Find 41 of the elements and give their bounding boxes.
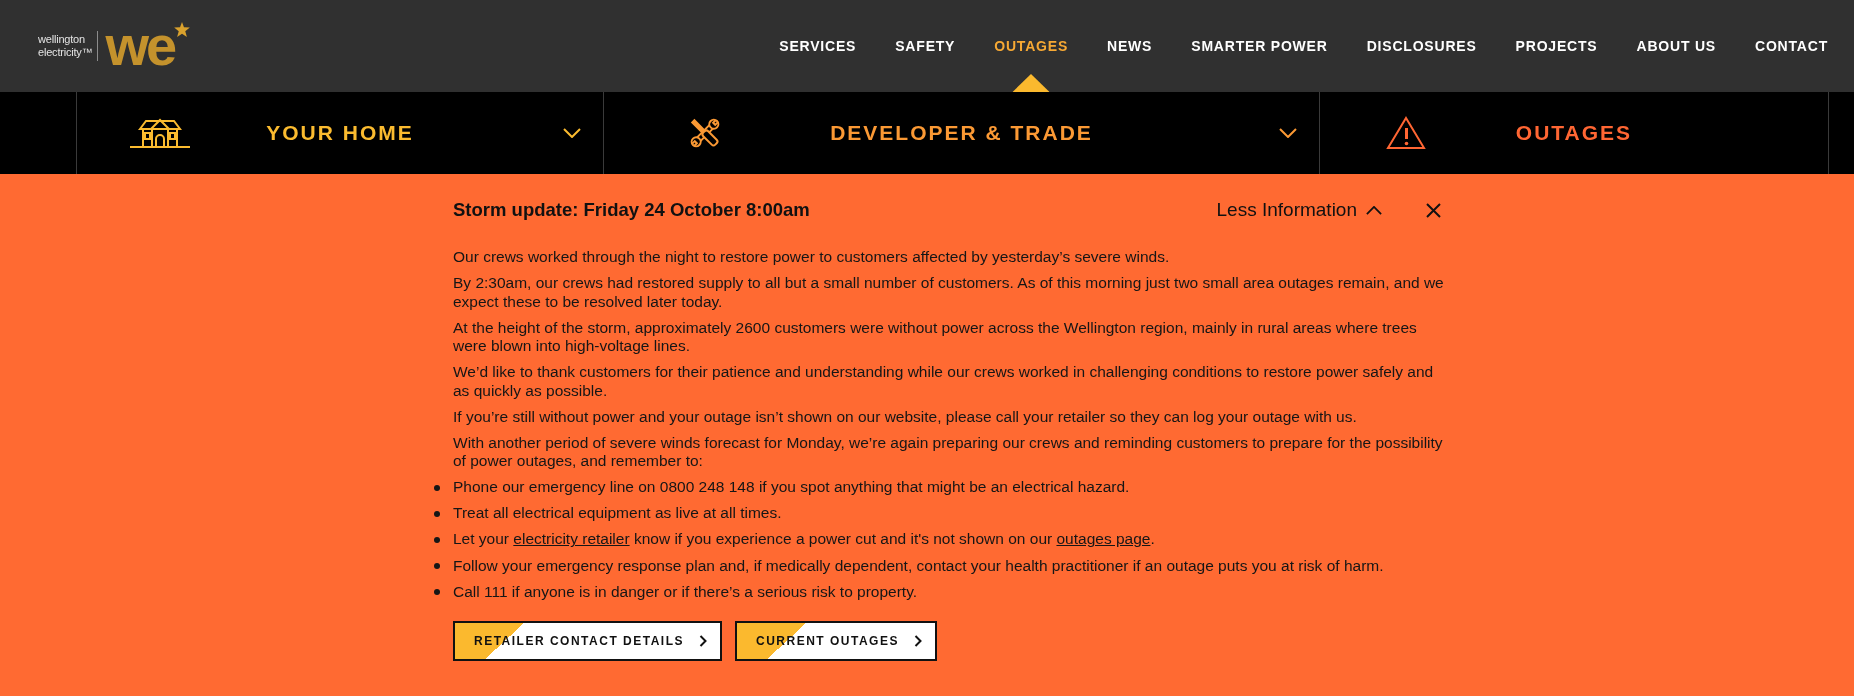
nav-link[interactable]: PROJECTS <box>1515 38 1598 54</box>
inline-link[interactable]: electricity retailer <box>513 530 630 548</box>
nav-link[interactable]: ABOUT US <box>1636 38 1716 54</box>
nav-link[interactable]: DISCLOSURES <box>1366 38 1477 54</box>
section-tab[interactable]: YOUR HOME <box>76 92 603 174</box>
close-icon <box>1426 202 1441 218</box>
chevron-right-icon <box>913 635 922 648</box>
star-icon <box>174 22 191 37</box>
paragraph-text: Our crews worked through the night to restore power to customers affected by yesterday’s severe winds. <box>453 248 1171 267</box>
nav-link[interactable]: SAFETY <box>895 38 956 54</box>
chevron-up-icon <box>1366 205 1382 215</box>
list-item-text: Let your electricity retailer know if you experience a power cut and it's not shown on our outages page. <box>453 530 1155 550</box>
list-item-text: Treat all electrical equipment as live at all times. <box>453 504 782 523</box>
bullet-icon <box>434 562 440 569</box>
paragraph-text: If you’re still without power and your outage isn’t shown on our website, please call your retailer so they can log your outage with us. <box>453 407 1358 427</box>
section-tab[interactable]: OUTAGES <box>1319 92 1829 174</box>
logo-monogram[interactable]: we <box>105 18 175 74</box>
list-item-text: Follow your emergency response plan and, if medically dependent, contact your health practitioner if an outage puts you at risk of harm. <box>453 556 1384 576</box>
nav-link[interactable]: SMARTER POWER <box>1191 38 1328 54</box>
alert-title: Storm update: Friday 24 October 8:00am <box>453 199 810 221</box>
list-item-text: Phone our emergency line on 0800 248 148 if you spot anything that might be an electrical hazard. <box>453 478 1130 497</box>
list-item-text: Call 111 if anyone is in danger or if there’s a serious risk to property. <box>453 582 918 602</box>
paragraph-text: We’d like to thank customers for their patience and understanding while our crews worked in challenging conditions to restore power safely and as quickly as possible. <box>453 363 1435 401</box>
nav-link[interactable]: OUTAGES <box>994 38 1069 54</box>
bullet-icon <box>434 536 440 543</box>
bullet-icon <box>434 588 440 595</box>
inline-link[interactable]: outages page <box>1056 530 1151 548</box>
nav-link[interactable]: CONTACT <box>1755 38 1828 54</box>
bullet-icon <box>434 510 440 517</box>
nav-link[interactable]: NEWS <box>1107 38 1153 54</box>
logo-wordmark[interactable]: wellington electricity™ <box>38 33 93 59</box>
chevron-right-icon <box>699 635 707 648</box>
close-button[interactable] <box>1426 202 1441 218</box>
paragraph-text: By 2:30am, our crews had restored supply to all but a small number of customers. As of this morning just two small area outages remain, and we expect these to be resolved later today. <box>453 274 1445 312</box>
pointer-triangle-icon <box>1012 74 1050 92</box>
paragraph-text: With another period of severe winds forecast for Monday, we’re again preparing our crews and reminding customers to prepare for the possibility of power outages, and remember to: <box>453 433 1444 471</box>
bullet-icon <box>434 484 440 491</box>
paragraph-text: At the height of the storm, approximately 2600 customers were without power across the Wellington region, mainly in rural areas where trees were blown into high-voltage lines. <box>453 318 1418 356</box>
toggle-details-button[interactable]: Less Information <box>1216 199 1382 221</box>
nav-link[interactable]: SERVICES <box>779 38 857 54</box>
section-tab[interactable]: DEVELOPER & TRADE <box>603 92 1319 174</box>
